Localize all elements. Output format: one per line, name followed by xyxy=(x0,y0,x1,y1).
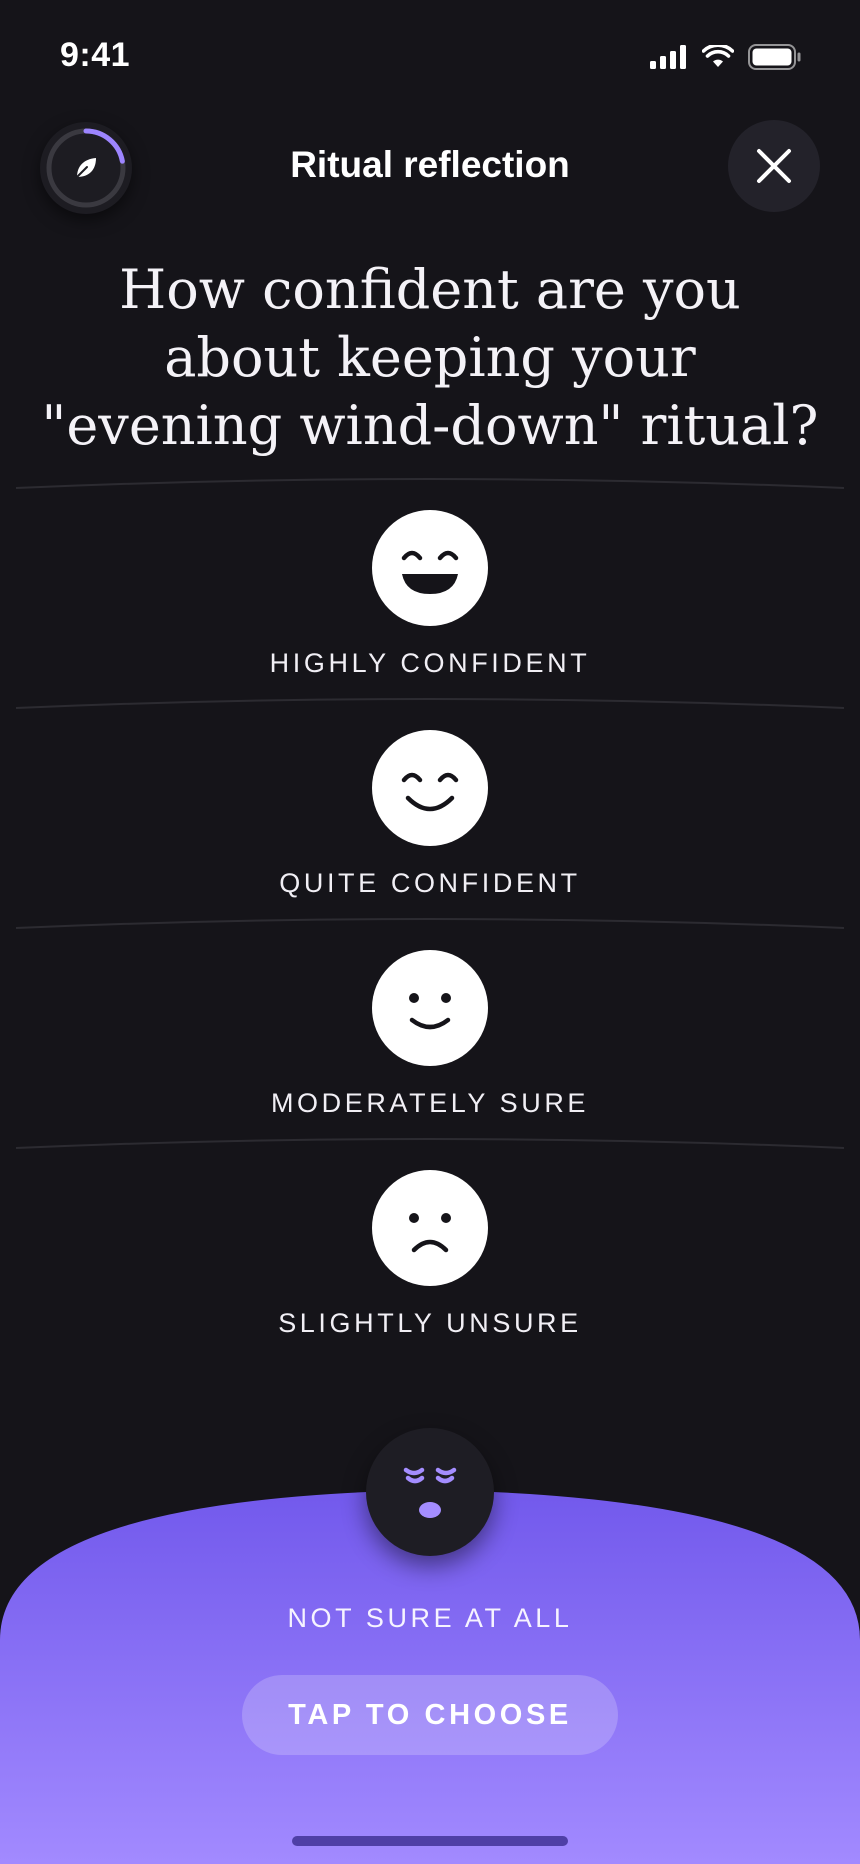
slight-smile-face-icon xyxy=(372,950,488,1066)
laughing-face-icon xyxy=(372,510,488,626)
option-label: QUITE CONFIDENT xyxy=(279,868,581,898)
option-moderately-sure[interactable]: MODERATELY SURE xyxy=(0,916,860,1136)
status-bar: 9:41 xyxy=(0,0,860,110)
option-quite-confident[interactable]: QUITE CONFIDENT xyxy=(0,696,860,916)
option-slightly-unsure[interactable]: SLIGHTLY UNSURE xyxy=(0,1136,860,1356)
signal-icon xyxy=(650,45,686,69)
divider xyxy=(16,476,844,490)
close-button[interactable] xyxy=(728,120,820,212)
home-indicator xyxy=(292,1836,568,1846)
option-highly-confident[interactable]: HIGHLY CONFIDENT xyxy=(0,476,860,696)
smiling-face-icon xyxy=(372,730,488,846)
header: Ritual reflection xyxy=(0,118,860,218)
option-label: MODERATELY SURE xyxy=(270,1088,590,1118)
wifi-icon xyxy=(702,45,734,67)
status-icons xyxy=(650,44,802,70)
battery-icon xyxy=(748,44,801,70)
question-text: How confident are you about keeping your… xyxy=(41,258,819,457)
divider xyxy=(16,696,844,710)
divider xyxy=(16,1136,844,1150)
frowning-face-icon xyxy=(372,1170,488,1286)
option-label: SLIGHTLY UNSURE xyxy=(278,1308,582,1338)
worried-face-icon xyxy=(403,1467,457,1518)
status-time: 9:41 xyxy=(60,36,131,74)
confidence-options: HIGHLY CONFIDENT QUITE CONFIDENT MODERAT… xyxy=(0,476,860,1356)
tap-to-choose-button[interactable]: TAP TO CHOOSE xyxy=(242,1675,618,1755)
selected-option-label: NOT SURE AT ALL xyxy=(287,1603,573,1633)
option-label: HIGHLY CONFIDENT xyxy=(269,648,591,678)
divider xyxy=(16,916,844,930)
selected-face-button[interactable] xyxy=(366,1428,494,1556)
close-icon xyxy=(757,149,791,183)
